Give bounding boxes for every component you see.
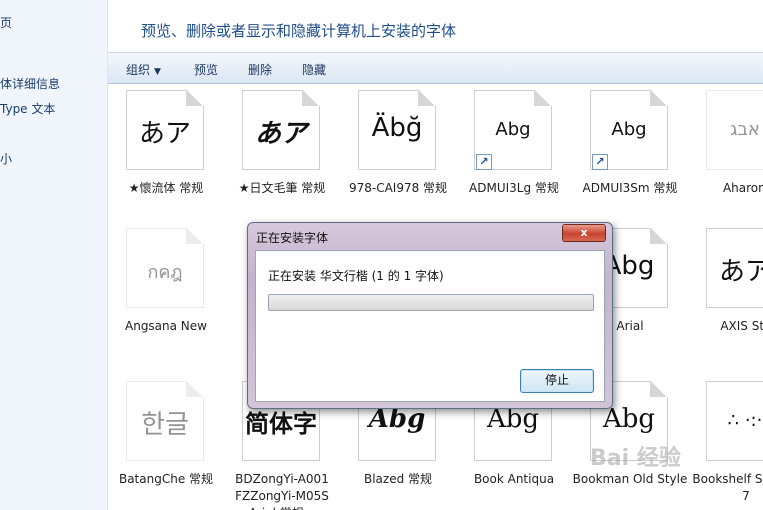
shortcut-arrow-icon: ↗ — [592, 154, 608, 170]
font-name: ADMUI3Lg 常规 — [469, 181, 559, 195]
stop-button[interactable]: 停止 — [520, 369, 594, 393]
nav-link-font-size[interactable]: 小 — [0, 150, 12, 167]
font-name: Bookman Old Style — [572, 472, 688, 486]
page-title: 预览、删除或者显示和隐藏计算机上安装的字体 — [141, 22, 457, 40]
font-name: Bookshelf Symbol 7 — [692, 472, 763, 503]
font-file-icon: 한글 — [126, 381, 204, 461]
font-sample: Äbğ — [371, 113, 423, 143]
font-name: Angsana New — [125, 319, 207, 333]
font-sample: あア — [254, 119, 307, 149]
font-tile[interactable]: あア ★懷流体 常规 — [108, 84, 224, 234]
font-tile[interactable]: 한글 BatangChe 常规 — [108, 375, 224, 510]
preview-button[interactable]: 预览 — [194, 61, 218, 78]
font-tile[interactable]: あア ★日文毛筆 常规 — [224, 84, 340, 234]
install-status-text: 正在安装 华文行楷 (1 的 1 字体) — [268, 269, 444, 283]
dialog-body: 正在安装 华文行楷 (1 的 1 字体) 停止 — [255, 250, 605, 402]
nav-link-cleartype[interactable]: Type 文本 — [0, 100, 55, 117]
font-name: ★日文毛筆 常规 — [238, 181, 326, 195]
close-icon[interactable]: x — [562, 224, 606, 242]
font-sample: 简体字 — [245, 410, 317, 438]
font-tile[interactable]: Äbğ 978-CAI978 常规 — [340, 84, 456, 234]
font-tile[interactable]: あア AXIS Std — [688, 222, 763, 372]
font-name: ★懷流体 常规 — [128, 181, 204, 195]
font-file-icon: あア — [706, 228, 763, 308]
font-name: BatangChe 常规 — [118, 472, 214, 486]
shortcut-arrow-icon: ↗ — [476, 154, 492, 170]
font-file-icon: אבג — [706, 90, 763, 170]
font-name: AXIS Std — [720, 319, 763, 333]
font-tile[interactable]: אבג Aharoni — [688, 84, 763, 234]
font-tile[interactable]: Abg ↗ ADMUI3Lg 常规 — [456, 84, 572, 234]
font-sample: 한글 — [141, 410, 189, 440]
font-sample: あア — [138, 119, 191, 149]
font-sample: あア — [718, 257, 763, 287]
font-file-icon: ∴ ·:· — [706, 381, 763, 461]
font-name: BDZongYi-A001 FZZongYi-M05S Arial 常规... — [235, 472, 329, 510]
organize-button[interactable]: 组织 ▼ — [126, 61, 161, 78]
font-name: Blazed 常规 — [363, 472, 433, 486]
chevron-down-icon: ▼ — [154, 67, 161, 77]
font-sample: ∴ ·:· — [727, 410, 763, 431]
nav-link-font-details[interactable]: 体详细信息 — [0, 75, 60, 92]
font-sample: Abg — [611, 119, 647, 140]
command-toolbar: 组织 ▼ 预览 删除 隐藏 — [108, 52, 763, 84]
navigation-pane: 页 体详细信息 Type 文本 小 — [0, 0, 108, 510]
font-tile[interactable]: Abg ↗ ADMUI3Sm 常规 — [572, 84, 688, 234]
font-file-icon: กคฎ — [126, 228, 204, 308]
install-progress-bar — [268, 294, 594, 311]
dialog-title: 正在安装字体 — [256, 231, 329, 245]
font-file-icon: あア — [242, 90, 320, 170]
font-file-icon: Äbğ — [358, 90, 436, 170]
font-name: 978-CAI978 常规 — [348, 181, 448, 195]
watermark: Bai 经验 — [590, 446, 681, 471]
font-tile[interactable]: ∴ ·:· Bookshelf Symbol 7 — [688, 375, 763, 510]
font-tile[interactable]: กคฎ Angsana New — [108, 222, 224, 372]
font-name: Aharoni — [722, 181, 763, 195]
delete-button[interactable]: 删除 — [248, 61, 272, 78]
font-sample: אבג — [730, 119, 760, 140]
installing-fonts-dialog: 正在安装字体 x 正在安装 华文行楷 (1 的 1 字体) 停止 — [247, 222, 613, 409]
font-sample: Abg — [495, 119, 531, 140]
hide-button[interactable]: 隐藏 — [302, 61, 326, 78]
organize-label: 组织 — [126, 63, 151, 77]
nav-link-home[interactable]: 页 — [0, 14, 12, 31]
font-sample: กคฎ — [147, 262, 183, 283]
font-file-icon: あア — [126, 90, 204, 170]
font-name: ADMUI3Sm 常规 — [582, 181, 678, 195]
font-name: Book Antiqua — [473, 472, 555, 486]
